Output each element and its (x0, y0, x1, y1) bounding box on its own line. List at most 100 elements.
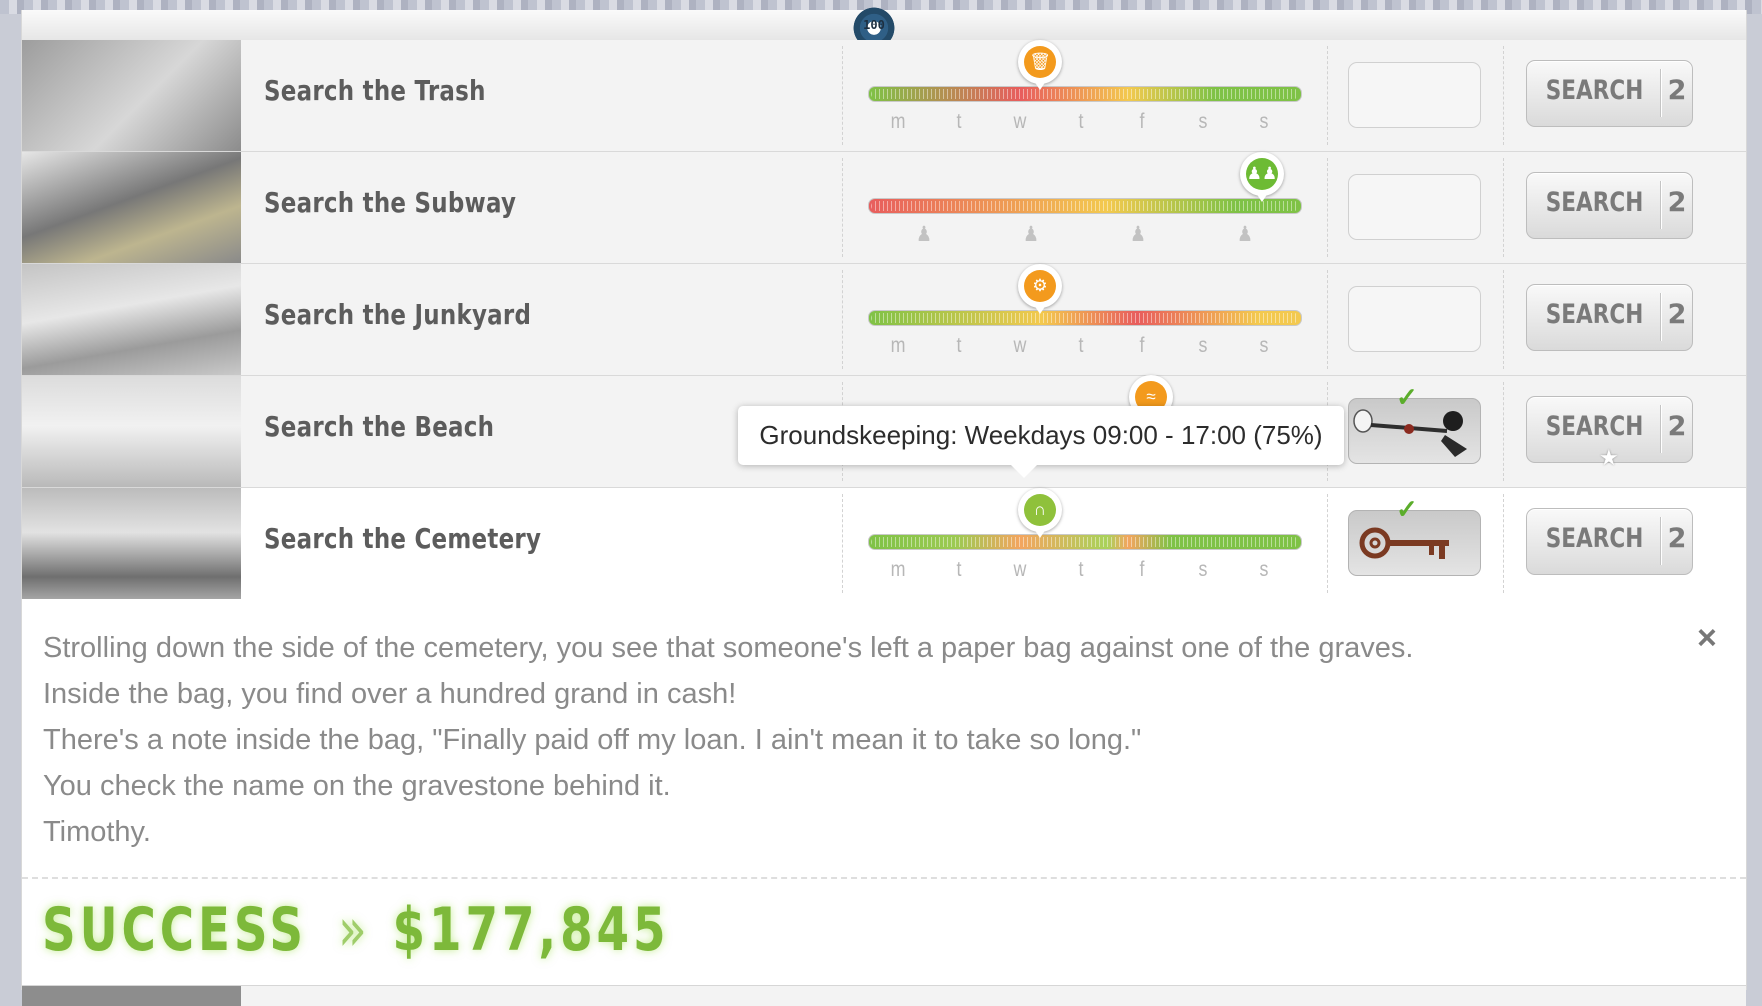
search-button[interactable]: SEARCH 2 ★ (1526, 396, 1693, 470)
dashed-divider (22, 877, 1746, 879)
crowd-icon: ♟♟ (1246, 158, 1278, 190)
day-label: t (1078, 110, 1084, 133)
day-label: s (1259, 558, 1269, 581)
junkyard-thumbnail (22, 264, 241, 375)
cemetery-thumbnail (22, 488, 241, 599)
item-slot[interactable] (1348, 174, 1481, 240)
person-one-icon: ♟ (915, 223, 932, 246)
trash-icon: 🗑 (1024, 46, 1056, 78)
divider (842, 494, 843, 593)
story-line: Strolling down the side of the cemetery,… (43, 632, 1414, 664)
search-row-junkyard: Search the Junkyard ⚙ m t w t f s s SEAR… (22, 264, 1746, 376)
divider (1503, 46, 1504, 145)
day-label: t (956, 334, 962, 357)
level-badge-text: 100 (863, 18, 885, 32)
row-title: Search the Subway (264, 186, 517, 219)
story-line: You check the name on the gravestone beh… (43, 770, 671, 802)
day-label: m (890, 110, 906, 133)
row-title: Search the Junkyard (264, 298, 532, 331)
search-row-cemetery: Search the Cemetery ∩ m t w t f s s ✓ SE… (22, 488, 1746, 600)
divider (1327, 494, 1328, 593)
time-bar (868, 86, 1302, 102)
row-title: Search the Cemetery (264, 522, 542, 555)
search-row-trash: Search the Trash 🗑 m t w t f s s SEARCH … (22, 40, 1746, 152)
divider (1327, 270, 1328, 369)
person-two-icon: ♟ (1022, 223, 1039, 246)
day-label: t (1078, 558, 1084, 581)
row-title: Search the Beach (264, 410, 495, 443)
next-search-row (22, 985, 1746, 1006)
row-title: Search the Trash (264, 74, 486, 107)
day-axis: m t w t f s s (868, 558, 1300, 582)
search-button[interactable]: SEARCH 2 (1526, 172, 1693, 239)
story-text: Strolling down the side of the cemetery,… (43, 629, 1413, 859)
search-count: 2 (1667, 411, 1687, 442)
day-label: f (1139, 110, 1145, 133)
divider (842, 46, 843, 145)
divider (842, 158, 843, 257)
search-button[interactable]: SEARCH 2 (1526, 60, 1693, 127)
panel-header: 100 (22, 2, 1746, 54)
search-count: 2 (1667, 523, 1687, 554)
divider (1503, 158, 1504, 257)
day-label: f (1139, 334, 1145, 357)
day-label: s (1259, 110, 1269, 133)
result-amount: $177,845 (392, 895, 670, 965)
search-row-subway: Search the Subway ♟♟ ♟ ♟ ♟ ♟ SEARCH 2 (22, 152, 1746, 264)
search-button[interactable]: SEARCH 2 (1526, 508, 1693, 575)
item-slot[interactable] (1348, 286, 1481, 352)
tombstone-icon: ∩ (1024, 494, 1056, 526)
check-icon: ✓ (1396, 494, 1418, 524)
trash-pin[interactable]: 🗑 (1018, 40, 1062, 90)
tooltip: Groundskeeping: Weekdays 09:00 - 17:00 (… (738, 406, 1344, 478)
search-button-label: SEARCH (1545, 523, 1644, 554)
day-label: t (956, 558, 962, 581)
day-axis: m t w t f s s (868, 110, 1300, 134)
search-button[interactable]: SEARCH 2 (1526, 284, 1693, 351)
item-slot[interactable] (1348, 62, 1481, 128)
divider (1503, 270, 1504, 369)
search-count: 2 (1667, 75, 1687, 106)
divider (1327, 46, 1328, 145)
day-label: s (1198, 558, 1208, 581)
result-label: SUCCESS (42, 895, 307, 965)
chevron-icon: » (338, 895, 371, 965)
search-button-label: SEARCH (1545, 299, 1644, 330)
subway-thumbnail (22, 152, 241, 263)
story-line: Inside the bag, you find over a hundred … (43, 678, 737, 710)
close-button[interactable]: × (1697, 619, 1717, 658)
day-label: s (1198, 110, 1208, 133)
story-line: Timothy. (43, 816, 151, 848)
search-panel: 100 Search the Trash 🗑 m t w t f s s SEA… (21, 2, 1747, 1006)
time-bar (868, 534, 1302, 550)
item-slot[interactable]: ✓ (1348, 382, 1481, 464)
crowd-axis: ♟ ♟ ♟ ♟ (868, 222, 1300, 246)
day-label: s (1259, 334, 1269, 357)
day-label: t (956, 110, 962, 133)
day-axis: m t w t f s s (868, 334, 1300, 358)
result-banner: SUCCESS » $177,845 (42, 895, 669, 965)
star-icon: ★ (1599, 445, 1619, 470)
person-four-icon: ♟ (1236, 223, 1253, 246)
tombstone-pin[interactable]: ∩ (1018, 488, 1062, 538)
search-count: 2 (1667, 187, 1687, 218)
junk-pin[interactable]: ⚙ (1018, 264, 1062, 314)
day-label: m (890, 558, 906, 581)
trash-thumbnail (22, 40, 241, 151)
crowd-pin[interactable]: ♟♟ (1240, 152, 1284, 202)
time-bar (868, 310, 1302, 326)
junk-icon: ⚙ (1024, 270, 1056, 302)
story-line: There's a note inside the bag, "Finally … (43, 724, 1142, 756)
day-label: s (1198, 334, 1208, 357)
divider (1503, 382, 1504, 481)
day-label: f (1139, 558, 1145, 581)
person-three-icon: ♟ (1129, 223, 1146, 246)
divider (1327, 158, 1328, 257)
divider (842, 270, 843, 369)
day-label: w (1013, 334, 1027, 357)
day-label: t (1078, 334, 1084, 357)
day-label: w (1013, 110, 1027, 133)
item-slot[interactable]: ✓ (1348, 494, 1481, 576)
search-button-label: SEARCH (1545, 411, 1644, 442)
result-panel: × Strolling down the side of the cemeter… (22, 599, 1746, 993)
